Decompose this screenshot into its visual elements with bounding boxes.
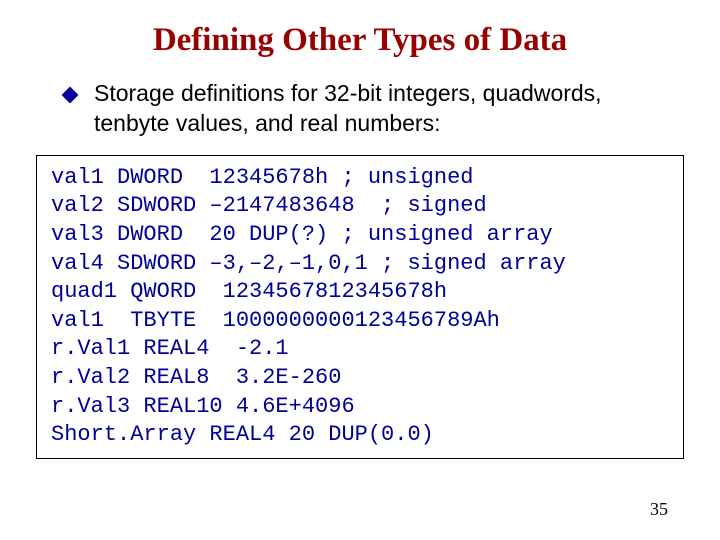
page-number: 35 <box>650 499 668 520</box>
bullet-text: Storage definitions for 32-bit integers,… <box>94 79 680 139</box>
code-line: r.Val2 REAL8 3.2E-260 <box>51 364 669 393</box>
code-line: Short.Array REAL4 20 DUP(0.0) <box>51 421 669 450</box>
code-line: val1 TBYTE 1000000000123456789Ah <box>51 307 669 336</box>
code-line: val3 DWORD 20 DUP(?) ; unsigned array <box>51 221 669 250</box>
code-line: val1 DWORD 12345678h ; unsigned <box>51 164 669 193</box>
bullet-row: Storage definitions for 32-bit integers,… <box>0 79 720 139</box>
diamond-bullet-icon <box>62 87 79 104</box>
code-line: val2 SDWORD –2147483648 ; signed <box>51 192 669 221</box>
code-line: r.Val3 REAL10 4.6E+4096 <box>51 393 669 422</box>
slide-title: Defining Other Types of Data <box>0 0 720 79</box>
code-line: quad1 QWORD 1234567812345678h <box>51 278 669 307</box>
code-line: val4 SDWORD –3,–2,–1,0,1 ; signed array <box>51 250 669 279</box>
code-block: val1 DWORD 12345678h ; unsigned val2 SDW… <box>36 155 684 459</box>
code-line: r.Val1 REAL4 -2.1 <box>51 335 669 364</box>
